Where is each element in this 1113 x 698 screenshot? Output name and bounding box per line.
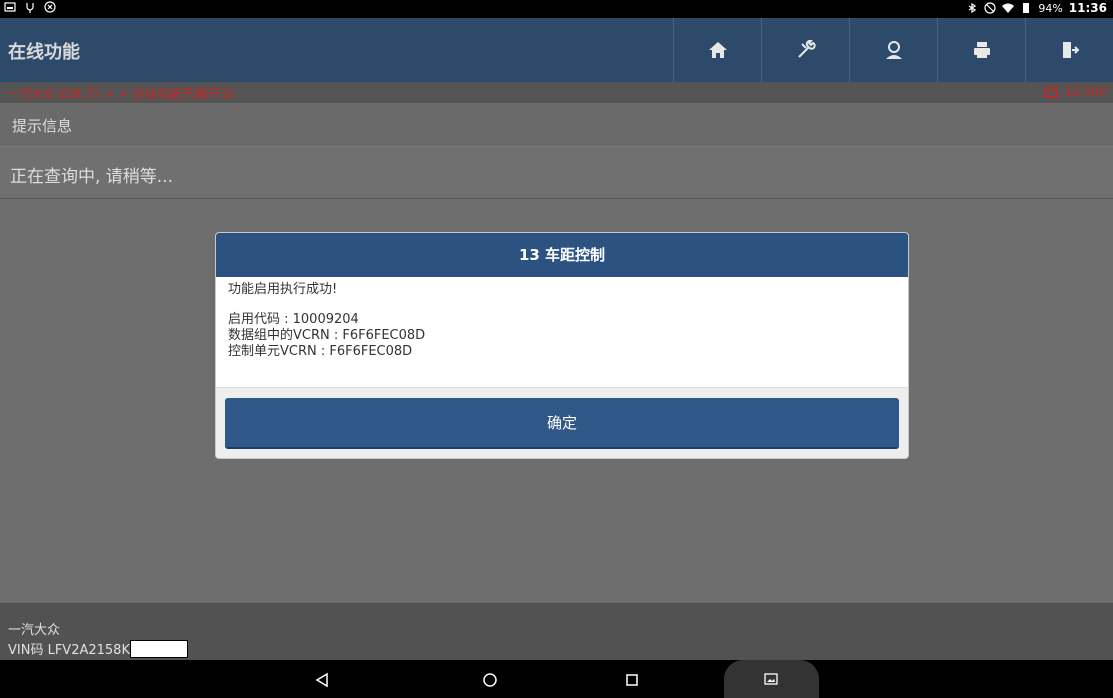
voltage-indicator: 12.50V: [1044, 85, 1107, 99]
usb-debug-icon: [26, 3, 34, 13]
dialog-footer: 确定: [216, 387, 908, 458]
status-message: 正在查询中, 请稍等...: [10, 167, 174, 187]
status-message-row: 正在查询中, 请稍等...: [0, 147, 1113, 199]
home-button[interactable]: [673, 18, 761, 82]
vin-text: VIN码 LFV2A2158K: [8, 643, 130, 658]
tools-button[interactable]: [761, 18, 849, 82]
screenshot-notification-icon: [4, 2, 16, 12]
dialog-success-text: 功能启用执行成功!: [228, 282, 338, 297]
print-button[interactable]: [937, 18, 1025, 82]
battery-icon: [1023, 3, 1030, 13]
do-not-disturb-icon: [984, 2, 996, 14]
home-nav-button[interactable]: [478, 668, 502, 692]
navigation-bar: [0, 660, 1113, 698]
battery-percent: 94%: [1038, 1, 1063, 15]
user-button[interactable]: [849, 18, 937, 82]
print-icon: [973, 42, 990, 58]
result-dialog: 13 车距控制 功能启用执行成功! 启用代码 : 10009204 数据组中的V…: [216, 233, 908, 458]
app-header: 在线功能: [0, 18, 1113, 82]
exit-icon: [1062, 42, 1079, 58]
vehicle-info-footer: 一汽大众 VIN码 LFV2A2158K: [0, 603, 1113, 660]
dialog-title: 13 车距控制: [518, 246, 606, 264]
screenshot-preview-pill[interactable]: [724, 660, 819, 698]
vin-redaction: [129, 639, 188, 658]
recents-button[interactable]: [620, 668, 644, 692]
section-header: 提示信息: [0, 103, 1113, 147]
breadcrumb: 一汽大众 V28.75 > > 在线功能开通(FFS): [6, 87, 235, 101]
dataset-vcrn-text: 数据组中的VCRN : F6F6FEC08D: [228, 328, 426, 343]
image-icon: [764, 673, 778, 685]
battery-voltage-icon: [1044, 87, 1059, 98]
recents-icon: [626, 674, 638, 686]
section-title: 提示信息: [12, 117, 73, 135]
clock: 11:36: [1068, 1, 1107, 15]
toolbar: [673, 18, 1113, 82]
tools-icon: [797, 40, 816, 58]
enable-code-text: 启用代码 : 10009204: [228, 312, 359, 327]
back-button[interactable]: [310, 668, 334, 692]
bluetooth-setting-icon: [44, 1, 56, 13]
home-icon: [708, 42, 727, 58]
home-circle-icon: [483, 673, 497, 687]
dialog-body: 功能启用执行成功! 启用代码 : 10009204 数据组中的VCRN : F6…: [216, 277, 908, 387]
control-unit-vcrn-text: 控制单元VCRN : F6F6FEC08D: [228, 344, 413, 359]
page-title: 在线功能: [8, 42, 80, 63]
wifi-icon: [1002, 3, 1015, 13]
vin-row: VIN码 LFV2A2158K: [8, 639, 188, 658]
user-icon: [885, 41, 902, 59]
vehicle-brand: 一汽大众: [8, 623, 61, 638]
exit-button[interactable]: [1025, 18, 1113, 82]
breadcrumb-bar: 一汽大众 V28.75 > > 在线功能开通(FFS) 12.50V: [0, 82, 1113, 103]
bluetooth-icon: [969, 2, 977, 14]
voltage-value: 12.50V: [1064, 85, 1107, 99]
confirm-button[interactable]: 确定: [225, 398, 899, 449]
status-bar: 94% 11:36: [0, 0, 1113, 18]
back-icon: [315, 672, 328, 688]
dialog-header: 13 车距控制: [216, 233, 908, 277]
